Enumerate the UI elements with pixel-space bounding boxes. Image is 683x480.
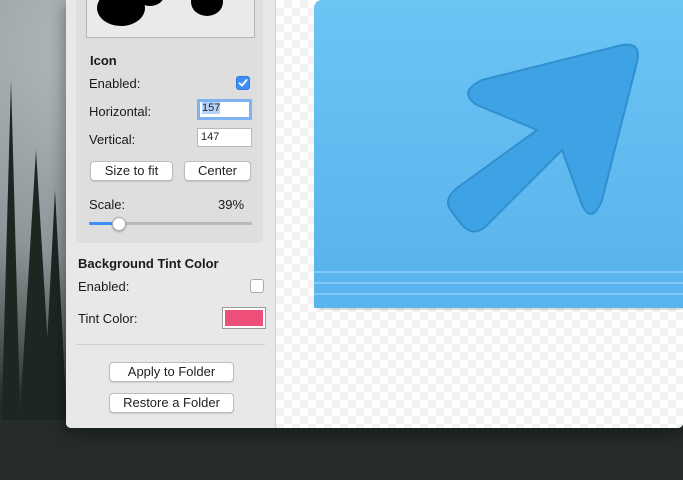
icon-enabled-checkbox[interactable] [236, 76, 250, 90]
horizontal-value: 157 [202, 102, 221, 114]
scale-label: Scale: [89, 197, 126, 212]
size-to-fit-button[interactable]: Size to fit [90, 161, 173, 181]
folder-icon [314, 0, 683, 310]
checkmark-icon [238, 79, 248, 87]
tint-section-heading: Background Tint Color [78, 256, 219, 271]
restore-folder-button[interactable]: Restore a Folder [109, 393, 234, 413]
icon-section-heading: Icon [90, 53, 117, 68]
tint-color-well[interactable] [222, 307, 266, 329]
folder-canvas [276, 0, 683, 428]
forest-floor [0, 420, 683, 480]
icon-preview [86, 0, 255, 38]
icon-preview-shape [97, 0, 145, 26]
app-window: Icon Enabled: Horizontal: 157 Vertical: … [66, 0, 683, 428]
tint-enabled-label: Enabled: [78, 279, 130, 294]
scale-slider-knob[interactable] [112, 217, 126, 231]
settings-sidebar: Icon Enabled: Horizontal: 157 Vertical: … [66, 0, 276, 428]
vertical-field[interactable]: 147 [197, 128, 252, 147]
sidebar-divider [76, 344, 265, 345]
center-button[interactable]: Center [184, 161, 251, 181]
scale-value: 39% [218, 197, 245, 212]
icon-settings-panel: Icon Enabled: Horizontal: 157 Vertical: … [76, 0, 263, 243]
horizontal-field[interactable]: 157 [197, 99, 252, 120]
vertical-label: Vertical: [89, 132, 136, 147]
apply-to-folder-button[interactable]: Apply to Folder [109, 362, 234, 382]
tint-enabled-checkbox[interactable] [250, 279, 264, 293]
tint-color-label: Tint Color: [78, 311, 138, 326]
scale-slider[interactable] [89, 217, 252, 231]
icon-preview-shape [191, 0, 223, 16]
tint-color-swatch [225, 310, 263, 326]
icon-enabled-label: Enabled: [89, 76, 141, 91]
horizontal-label: Horizontal: [89, 104, 152, 119]
vertical-value: 147 [201, 131, 220, 143]
